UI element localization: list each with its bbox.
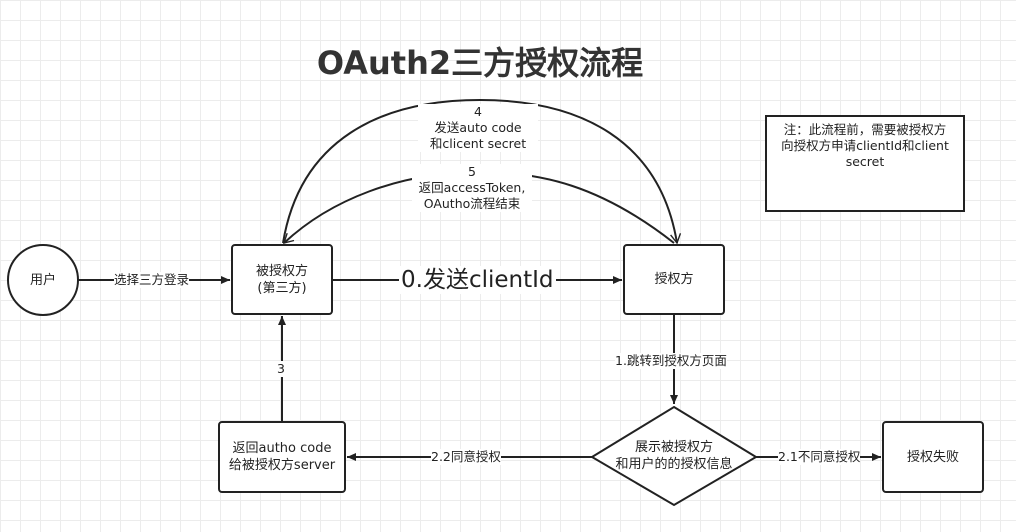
show-info-decision[interactable]: 展示被授权方 和用户的的授权信息 bbox=[592, 407, 756, 505]
note-box[interactable]: 注：此流程前，需要被授权方 向授权方申请clientId和client secr… bbox=[766, 116, 964, 211]
show-info-label-line2: 和用户的的授权信息 bbox=[615, 457, 733, 472]
edge-label-select-login: 选择三方登录 bbox=[114, 272, 190, 288]
note-line2: 向授权方申请clientId和client bbox=[781, 138, 949, 153]
client-node-label-line1: 被授权方 bbox=[255, 263, 308, 279]
diagram-title: OAuth2三方授权流程 bbox=[316, 44, 644, 82]
return-code-label-line1: 返回autho code bbox=[232, 441, 332, 456]
step4-line2: 和clicent secret bbox=[429, 136, 527, 151]
step5-number: 5 bbox=[468, 164, 476, 179]
auth-server-node[interactable]: 授权方 bbox=[624, 245, 724, 314]
auth-server-node-label: 授权方 bbox=[654, 272, 694, 287]
client-node-label-line2: (第三方) bbox=[257, 280, 307, 296]
edge-label-redirect: 1.跳转到授权方页面 bbox=[615, 353, 727, 369]
edge-label-step3: 3 bbox=[275, 361, 287, 377]
auth-fail-node[interactable]: 授权失败 bbox=[883, 422, 983, 492]
step4-number: 4 bbox=[474, 104, 482, 119]
edge-label-step4: 4 发送auto code 和clicent secret bbox=[418, 104, 538, 152]
edge-label-step5: 5 返回accessToken, OAutho流程结束 bbox=[412, 164, 532, 212]
step5-line1: 返回accessToken, bbox=[418, 180, 526, 195]
step5-line2: OAutho流程结束 bbox=[423, 196, 521, 211]
client-node[interactable]: 被授权方 (第三方) bbox=[232, 245, 332, 314]
return-code-node[interactable]: 返回autho code 给被授权方server bbox=[219, 422, 345, 492]
user-node-label: 用户 bbox=[29, 272, 56, 288]
edge-label-agree: 2.2同意授权 bbox=[431, 449, 501, 465]
auth-fail-node-label: 授权失败 bbox=[906, 449, 959, 465]
show-info-label-line1: 展示被授权方 bbox=[634, 440, 713, 455]
return-code-label-line2: 给被授权方server bbox=[228, 458, 336, 473]
note-line1: 注：此流程前，需要被授权方 bbox=[783, 122, 947, 137]
edge-label-disagree: 2.1不同意授权 bbox=[778, 449, 861, 465]
edge-label-send-client-id: 0.发送clientId bbox=[399, 266, 556, 294]
step4-line1: 发送auto code bbox=[434, 120, 522, 135]
user-node[interactable]: 用户 bbox=[8, 245, 78, 315]
note-line3: secret bbox=[845, 154, 885, 169]
